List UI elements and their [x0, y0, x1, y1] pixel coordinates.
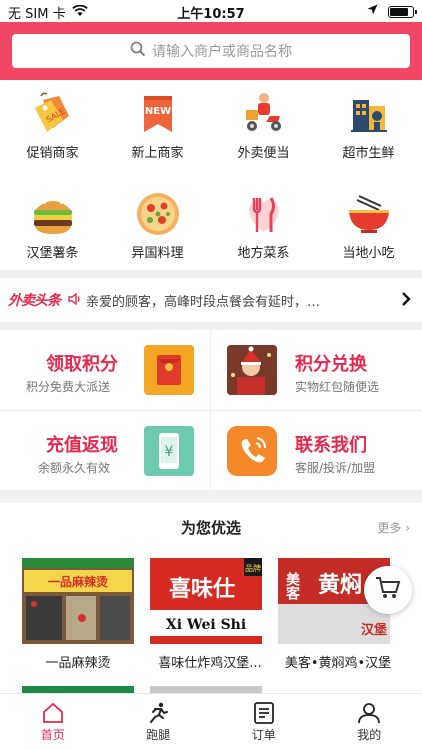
tab-label: 跑腿 — [146, 728, 171, 742]
tab-orders[interactable]: 订单 — [211, 694, 317, 750]
news-ticker[interactable]: 外卖头条 亲爱的顾客，高峰时段点餐会有延时，… — [0, 278, 422, 322]
shop-sign: 黄焖 — [318, 572, 362, 598]
promo-recharge[interactable]: 充值返现 余额永久有效 ¥ — [0, 411, 210, 490]
shop-name: 喜味仕炸鸡汉堡... — [158, 656, 262, 671]
brand-tag: 品牌 — [245, 563, 261, 573]
category-snacks[interactable]: 当地小吃 — [316, 180, 421, 270]
promo-redeem-points[interactable]: 积分兑换 实物红包随便选 — [211, 330, 421, 409]
ticker-brand: 外卖头条 — [8, 293, 61, 309]
search-placeholder: 请输入商户或商品名称 — [152, 44, 292, 60]
category-promo[interactable]: SALE 促销商家 — [0, 80, 105, 170]
cart-button[interactable] — [364, 566, 412, 614]
header-bar: 请输入商户或商品名称 — [0, 22, 422, 80]
yuan-phone-icon: ¥ — [144, 426, 194, 476]
location-arrow-icon — [367, 4, 378, 19]
fork-knife-icon — [240, 190, 288, 238]
burger-icon — [29, 190, 77, 238]
chevron-right-icon: › — [405, 521, 410, 535]
gift-photo-icon — [227, 345, 277, 395]
shop-sign-en: Xi Wei Shi — [166, 617, 246, 633]
category-grid: SALE 促销商家 NEW 新上商家 外卖便当 超市生鲜 汉堡薯条 异国料理 地… — [0, 80, 422, 270]
delivery-scooter-icon — [240, 90, 288, 138]
svg-text:NEW: NEW — [144, 106, 170, 117]
order-list-icon — [211, 700, 317, 726]
promo-title: 联系我们 — [295, 435, 367, 456]
promo-contact[interactable]: 联系我们 客服/投诉/加盟 — [211, 411, 421, 490]
promo-title: 积分兑换 — [295, 354, 367, 375]
ticker-message: 亲爱的顾客，高峰时段点餐会有延时，… — [86, 294, 321, 310]
cart-icon — [375, 576, 401, 604]
category-supermarket[interactable]: 超市生鲜 — [316, 80, 421, 170]
tab-label: 我的 — [357, 728, 382, 742]
promo-subtitle: 余额永久有效 — [38, 461, 111, 475]
promo-title: 领取积分 — [46, 354, 118, 375]
svg-text:¥: ¥ — [165, 444, 174, 460]
tab-errand[interactable]: 跑腿 — [106, 694, 212, 750]
shop-name: 美客•黄焖鸡•汉堡 — [284, 656, 392, 671]
shop-sign: 汉堡 — [361, 622, 387, 638]
category-label: 异国料理 — [131, 246, 184, 261]
tab-label: 订单 — [251, 728, 276, 742]
promo-subtitle: 实物红包随便选 — [295, 380, 380, 394]
category-takeout[interactable]: 外卖便当 — [211, 80, 316, 170]
shop-photo: 品牌 喜味仕 Xi Wei Shi — [150, 558, 262, 644]
red-envelope-icon — [144, 345, 194, 395]
tab-label: 首页 — [40, 728, 65, 742]
tab-profile[interactable]: 我的 — [317, 694, 422, 750]
section-title: 为您优选 — [180, 519, 241, 537]
shop-card[interactable]: 一品麻辣烫 一品麻辣烫 — [22, 558, 134, 671]
shop-name: 一品麻辣烫 — [45, 656, 111, 671]
category-label: 超市生鲜 — [342, 146, 395, 161]
shop-sign: 喜味仕 — [169, 576, 235, 602]
more-link[interactable]: 更多 › — [377, 519, 410, 536]
category-label: 当地小吃 — [342, 246, 395, 261]
pizza-icon — [134, 190, 182, 238]
tab-bar: 首页 跑腿 订单 我的 — [0, 693, 422, 750]
promo-get-points[interactable]: 领取积分 积分免费大派送 — [0, 330, 210, 409]
category-label: 促销商家 — [26, 146, 79, 161]
category-foreign[interactable]: 异国料理 — [105, 180, 210, 270]
category-label: 新上商家 — [131, 146, 184, 161]
shop-card-partial[interactable] — [150, 686, 262, 693]
new-badge-icon: NEW — [134, 90, 182, 138]
category-label: 地方菜系 — [237, 246, 290, 261]
promo-grid: 领取积分 积分免费大派送 积分兑换 实物红包随便选 充值返现 余额永久有效 ¥ … — [0, 330, 422, 490]
clock: 上午10:57 — [177, 7, 245, 22]
phone-call-icon — [227, 426, 277, 476]
user-icon — [317, 700, 422, 726]
chevron-right-icon[interactable] — [400, 290, 412, 312]
category-label: 外卖便当 — [237, 146, 290, 161]
search-input[interactable]: 请输入商户或商品名称 — [12, 34, 410, 68]
more-label: 更多 — [377, 521, 402, 535]
shop-photo: 一品麻辣烫 — [22, 558, 134, 644]
shop-card[interactable]: 品牌 喜味仕 Xi Wei Shi 喜味仕炸鸡汉堡... — [150, 558, 262, 671]
search-icon — [130, 41, 146, 61]
shop-card-partial[interactable] — [22, 686, 134, 693]
category-burger[interactable]: 汉堡薯条 — [0, 180, 105, 270]
tab-home[interactable]: 首页 — [0, 694, 106, 750]
supermarket-icon — [345, 90, 393, 138]
shop-sign: 一品麻辣烫 — [48, 574, 109, 589]
speaker-icon — [68, 291, 82, 310]
status-bar: 无 SIM 卡 上午10:57 — [0, 0, 422, 22]
category-regional[interactable]: 地方菜系 — [211, 180, 316, 270]
sale-tags-icon: SALE — [29, 90, 77, 138]
promo-subtitle: 客服/投诉/加盟 — [295, 461, 376, 475]
category-label: 汉堡薯条 — [26, 246, 79, 261]
shop-sign: 美客 — [284, 571, 301, 600]
promo-title: 充值返现 — [46, 435, 118, 456]
runner-icon — [106, 700, 212, 726]
promo-subtitle: 积分免费大派送 — [26, 380, 111, 394]
home-icon — [0, 700, 106, 726]
category-new[interactable]: NEW 新上商家 — [105, 80, 210, 170]
noodle-bowl-icon — [345, 190, 393, 238]
recommend-section: 为您优选 更多 › 一品麻辣烫 一品麻辣烫 品牌 喜味仕 Xi Wei Shi 喜味… — [0, 503, 422, 693]
battery-icon — [388, 5, 417, 18]
